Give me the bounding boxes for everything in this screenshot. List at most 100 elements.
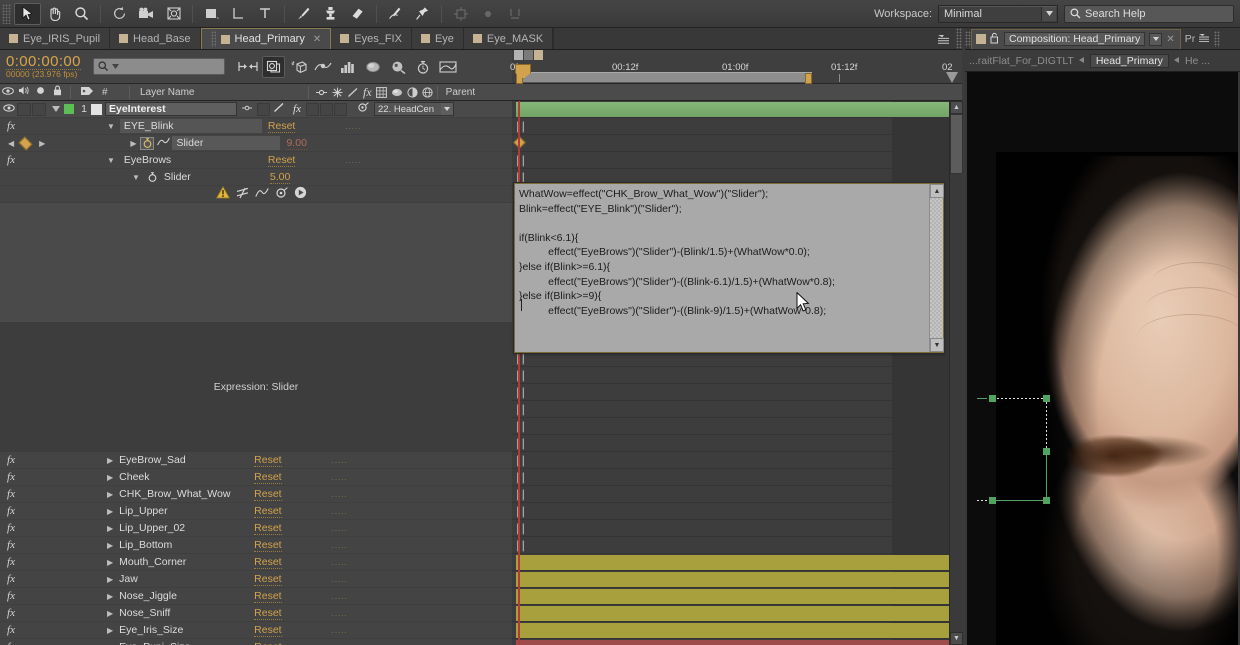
effect-row[interactable]: fx ▶ Eye_Iris_Size Reset.....: [0, 622, 512, 639]
pan-behind-tool-icon[interactable]: [160, 3, 187, 25]
breadcrumb-current[interactable]: Head_Primary: [1089, 53, 1169, 68]
shape-tool-icon[interactable]: [198, 3, 225, 25]
selection-handle[interactable]: [1043, 448, 1050, 455]
track-row[interactable]: ∣∣: [512, 435, 962, 452]
track-row[interactable]: ∣∣: [512, 520, 962, 537]
layer-label-color[interactable]: [64, 104, 74, 114]
snapping-icon[interactable]: [501, 3, 528, 25]
timeline-search-input[interactable]: [92, 58, 225, 75]
selection-handle[interactable]: [989, 395, 996, 402]
lock-panel-icon[interactable]: [990, 32, 1000, 47]
disclosure-triangle-icon[interactable]: ▶: [107, 592, 113, 601]
effect-reset-link[interactable]: Reset: [254, 471, 282, 484]
effect-row[interactable]: fx ▶ Lip_Upper_02 Reset.....: [0, 520, 512, 537]
property-value[interactable]: 5.00: [269, 171, 291, 184]
property-name[interactable]: Slider: [172, 136, 281, 150]
zoom-tool-icon[interactable]: [68, 3, 95, 25]
disclosure-triangle-icon[interactable]: ▶: [107, 575, 113, 584]
workspace-select[interactable]: Minimal: [938, 4, 1058, 23]
panel-menu-icon[interactable]: [932, 28, 956, 49]
effect-reset-link[interactable]: Reset: [254, 454, 282, 467]
selection-handle[interactable]: [1043, 497, 1050, 504]
layer-motionblur-switch[interactable]: [320, 102, 333, 116]
clone-stamp-tool-icon[interactable]: [317, 3, 344, 25]
layer-row-eyeinterest[interactable]: 1 EyeInterest fx 22. HeadCen: [0, 101, 512, 118]
track-row[interactable]: [512, 135, 962, 152]
disclosure-triangle-icon[interactable]: ▼: [132, 173, 140, 182]
anchor-point-icon[interactable]: [447, 3, 474, 25]
track-row[interactable]: ∣∣: [512, 401, 962, 418]
layer-frameblend-switch[interactable]: [306, 102, 319, 116]
parent-select[interactable]: 22. HeadCen: [374, 102, 454, 116]
track-row[interactable]: ∣∣: [512, 452, 962, 469]
effect-name[interactable]: Mouth_Corner: [119, 556, 254, 568]
track-row-ear[interactable]: [512, 588, 962, 605]
layer-duration-bar[interactable]: [516, 623, 954, 638]
effect-row[interactable]: fx ▶ Lip_Upper Reset.....: [0, 503, 512, 520]
auto-keyframe-icon[interactable]: [412, 56, 435, 78]
work-area-end-handle[interactable]: [805, 73, 812, 84]
effect-name[interactable]: CHK_Brow_What_Wow: [119, 488, 254, 500]
pen-tool-icon[interactable]: [225, 3, 252, 25]
comp-tab-head-base[interactable]: Head_Base: [110, 28, 201, 49]
disclosure-triangle-icon[interactable]: ▶: [107, 541, 113, 550]
track-row[interactable]: ∣∣: [512, 503, 962, 520]
effect-name[interactable]: Jaw: [119, 573, 254, 585]
composition-mini-flowchart-icon[interactable]: [237, 56, 260, 78]
property-row-eye-blink-slider[interactable]: ◀ ▶ ▶ Slider 9.00: [0, 135, 512, 152]
effect-row[interactable]: fx ▶ Cheek Reset.....: [0, 469, 512, 486]
disclosure-triangle-icon[interactable]: ▶: [107, 609, 113, 618]
expression-scrollbar[interactable]: ▲ ▼: [929, 184, 944, 352]
breadcrumb-child[interactable]: He ...: [1185, 55, 1210, 67]
viewer-secondary-tab-label[interactable]: Pr: [1185, 33, 1196, 45]
track-row-lip-botc[interactable]: [512, 639, 962, 645]
effect-row[interactable]: fx ▶ Mouth_Corner Reset.....: [0, 554, 512, 571]
effect-name[interactable]: Nose_Jiggle: [119, 590, 254, 602]
scroll-down-icon[interactable]: ▼: [930, 338, 944, 352]
disclosure-triangle-icon[interactable]: ▶: [107, 456, 113, 465]
effect-name[interactable]: Lip_Upper_02: [119, 522, 254, 534]
disclosure-triangle-icon[interactable]: ▶: [130, 139, 136, 148]
circle-dot-icon[interactable]: [474, 3, 501, 25]
scroll-up-icon[interactable]: ▲: [930, 184, 944, 198]
layer-visibility-icon[interactable]: [0, 103, 17, 115]
track-row[interactable]: ∣∣: [512, 486, 962, 503]
layer-solo-toggle[interactable]: [32, 102, 46, 116]
disclosure-triangle-icon[interactable]: ▶: [107, 524, 113, 533]
puppet-pin-tool-icon[interactable]: [409, 3, 436, 25]
viewer-tab-composition[interactable]: Composition: Head_Primary ✕: [971, 28, 1181, 49]
effect-reset-link[interactable]: Reset: [254, 522, 282, 535]
enable-motion-blur-icon[interactable]: [337, 56, 360, 78]
scroll-up-icon[interactable]: ▲: [950, 101, 963, 114]
close-icon[interactable]: ✕: [313, 34, 321, 45]
brainstorm-icon[interactable]: [362, 56, 385, 78]
track-row-chin[interactable]: [512, 622, 962, 639]
graph-chart-icon[interactable]: [437, 56, 460, 78]
layer-effects-switch[interactable]: fx: [288, 103, 306, 115]
effect-reset-link[interactable]: Reset: [254, 607, 282, 620]
effect-row[interactable]: fx ▶ Lip_Bottom Reset.....: [0, 537, 512, 554]
layer-adjustment-switch[interactable]: [334, 102, 347, 116]
graph-editor-icon[interactable]: [387, 56, 410, 78]
expression-enable-icon[interactable]: [236, 187, 249, 202]
hide-shy-layers-icon[interactable]: [287, 56, 310, 78]
property-value[interactable]: 9.00: [286, 137, 307, 150]
layer-duration-bar[interactable]: [516, 589, 954, 604]
draft-3d-icon[interactable]: [261, 55, 285, 78]
track-row-jaw[interactable]: [512, 605, 962, 622]
comp-tab-eye-mask[interactable]: Eye_MASK: [463, 28, 554, 49]
effect-reset-link[interactable]: Reset: [267, 154, 296, 167]
effect-row[interactable]: fx ▶ CHK_Brow_What_Wow Reset.....: [0, 486, 512, 503]
enable-frame-blending-icon[interactable]: [312, 56, 335, 78]
effect-row[interactable]: fx ▶ EyeBrow_Sad Reset.....: [0, 452, 512, 469]
panel-grip[interactable]: [956, 28, 962, 49]
roto-brush-tool-icon[interactable]: [382, 3, 409, 25]
effect-reset-link[interactable]: Reset: [254, 488, 282, 501]
effect-row[interactable]: fx ▶ Nose_Jiggle Reset.....: [0, 588, 512, 605]
stopwatch-icon[interactable]: [140, 136, 155, 150]
comp-tab-eye[interactable]: Eye: [411, 28, 464, 49]
rotation-tool-icon[interactable]: [106, 3, 133, 25]
disclosure-triangle-icon[interactable]: ▶: [107, 507, 113, 516]
scroll-thumb[interactable]: [950, 114, 963, 174]
chevron-down-icon[interactable]: [1041, 6, 1056, 21]
